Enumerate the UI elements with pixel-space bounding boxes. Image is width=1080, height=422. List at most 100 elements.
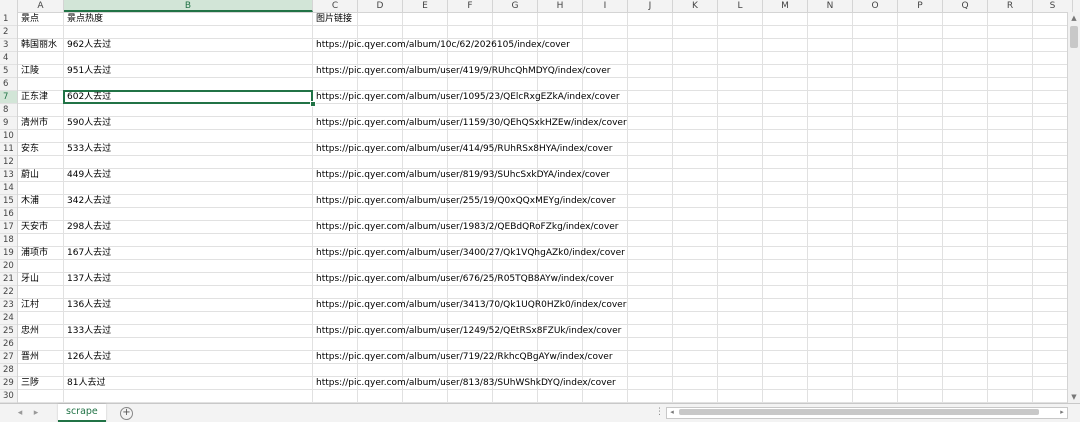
cell-attraction[interactable]: 蔚山 — [18, 169, 39, 182]
cell-attraction[interactable]: 安东 — [18, 143, 39, 156]
row-header-1[interactable]: 1 — [0, 13, 17, 26]
row-header-13[interactable]: 13 — [0, 169, 17, 182]
column-header-i[interactable]: I — [583, 0, 628, 12]
row-header-8[interactable]: 8 — [0, 104, 17, 117]
cell-attraction[interactable]: 木浦 — [18, 195, 39, 208]
row-header-6[interactable]: 6 — [0, 78, 17, 91]
sheet-tab-scrape[interactable]: scrape — [58, 404, 106, 422]
column-header-k[interactable]: K — [673, 0, 718, 12]
cell-attraction[interactable]: 江陵 — [18, 65, 39, 78]
row-header-20[interactable]: 20 — [0, 260, 17, 273]
cell-image-link[interactable]: https://pic.qyer.com/album/user/414/95/R… — [313, 143, 612, 156]
horizontal-scrollbar[interactable]: ◂ ▸ — [666, 407, 1068, 419]
cell-popularity[interactable]: 533人去过 — [64, 143, 111, 156]
column-header-h[interactable]: H — [538, 0, 583, 12]
row-header-10[interactable]: 10 — [0, 130, 17, 143]
cell-image-link[interactable]: https://pic.qyer.com/album/user/419/9/RU… — [313, 65, 610, 78]
split-handle-icon[interactable]: ⋮ — [655, 407, 664, 417]
column-header-g[interactable]: G — [493, 0, 538, 12]
column-header-e[interactable]: E — [403, 0, 448, 12]
cell-image-link[interactable]: https://pic.qyer.com/album/user/819/93/S… — [313, 169, 610, 182]
column-header-d[interactable]: D — [358, 0, 403, 12]
row-header-29[interactable]: 29 — [0, 377, 17, 390]
cell-attraction[interactable]: 清州市 — [18, 117, 48, 130]
cell-attraction[interactable]: 忠州 — [18, 325, 39, 338]
cell-image-link[interactable]: https://pic.qyer.com/album/user/3400/27/… — [313, 247, 625, 260]
cell-grid[interactable]: 景点 景点热度 图片链接 韩国丽水 962人去过 https://pic.qyer.com… — [18, 13, 1068, 403]
column-header-j[interactable]: J — [628, 0, 673, 12]
row-header-19[interactable]: 19 — [0, 247, 17, 260]
cell-popularity[interactable]: 167人去过 — [64, 247, 111, 260]
scroll-left-icon[interactable]: ◂ — [667, 407, 677, 417]
cell-image-link[interactable]: https://pic.qyer.com/album/user/255/19/Q… — [313, 195, 615, 208]
column-header-l[interactable]: L — [718, 0, 763, 12]
cell-header-image-link[interactable]: 图片链接 — [313, 13, 352, 26]
next-sheet-icon[interactable]: ▸ — [30, 407, 42, 419]
row-header-26[interactable]: 26 — [0, 338, 17, 351]
vertical-scroll-thumb[interactable] — [1070, 26, 1078, 48]
cell-image-link[interactable]: https://pic.qyer.com/album/user/1159/30/… — [313, 117, 627, 130]
row-header-22[interactable]: 22 — [0, 286, 17, 299]
row-header-17[interactable]: 17 — [0, 221, 17, 234]
column-header-a[interactable]: A — [18, 0, 64, 12]
cell-image-link[interactable]: https://pic.qyer.com/album/user/719/22/R… — [313, 351, 613, 364]
cell-image-link[interactable]: https://pic.qyer.com/album/user/1983/2/Q… — [313, 221, 619, 234]
cell-header-attraction[interactable]: 景点 — [18, 13, 39, 26]
cell-popularity[interactable]: 126人去过 — [64, 351, 111, 364]
row-header-9[interactable]: 9 — [0, 117, 17, 130]
row-header-23[interactable]: 23 — [0, 299, 17, 312]
scroll-down-icon[interactable]: ▼ — [1068, 391, 1080, 403]
row-header-30[interactable]: 30 — [0, 390, 17, 403]
row-header-28[interactable]: 28 — [0, 364, 17, 377]
cell-image-link[interactable]: https://pic.qyer.com/album/user/676/25/R… — [313, 273, 614, 286]
column-header-f[interactable]: F — [448, 0, 493, 12]
row-header-21[interactable]: 21 — [0, 273, 17, 286]
row-header-27[interactable]: 27 — [0, 351, 17, 364]
cell-image-link[interactable]: https://pic.qyer.com/album/user/1249/52/… — [313, 325, 621, 338]
horizontal-scroll-thumb[interactable] — [679, 409, 1039, 415]
row-header-14[interactable]: 14 — [0, 182, 17, 195]
column-header-n[interactable]: N — [808, 0, 853, 12]
scroll-up-icon[interactable]: ▲ — [1068, 12, 1080, 24]
row-header-4[interactable]: 4 — [0, 52, 17, 65]
column-header-s[interactable]: S — [1033, 0, 1073, 12]
row-header-11[interactable]: 11 — [0, 143, 17, 156]
cell-attraction[interactable]: 三陟 — [18, 377, 39, 390]
column-header-b[interactable]: B — [64, 0, 313, 12]
row-header-16[interactable]: 16 — [0, 208, 17, 221]
column-header-c[interactable]: C — [313, 0, 358, 12]
column-header-o[interactable]: O — [853, 0, 898, 12]
cell-attraction[interactable]: 正东津 — [18, 91, 48, 104]
cell-attraction[interactable]: 浦项市 — [18, 247, 48, 260]
column-header-m[interactable]: M — [763, 0, 808, 12]
scroll-right-icon[interactable]: ▸ — [1057, 407, 1067, 417]
row-header-24[interactable]: 24 — [0, 312, 17, 325]
row-header-18[interactable]: 18 — [0, 234, 17, 247]
cell-popularity[interactable]: 951人去过 — [64, 65, 111, 78]
cell-attraction[interactable]: 晋州 — [18, 351, 39, 364]
active-cell-border[interactable] — [63, 90, 313, 104]
cell-image-link[interactable]: https://pic.qyer.com/album/user/1095/23/… — [313, 91, 620, 104]
row-header-12[interactable]: 12 — [0, 156, 17, 169]
cell-attraction[interactable]: 江村 — [18, 299, 39, 312]
row-header-25[interactable]: 25 — [0, 325, 17, 338]
plus-circle-icon[interactable]: + — [120, 407, 133, 420]
cell-attraction[interactable]: 牙山 — [18, 273, 39, 286]
column-header-r[interactable]: R — [988, 0, 1033, 12]
cell-popularity[interactable]: 81人去过 — [64, 377, 105, 390]
row-header-2[interactable]: 2 — [0, 26, 17, 39]
row-header-3[interactable]: 3 — [0, 39, 17, 52]
vertical-scrollbar[interactable]: ▲ ▼ — [1067, 12, 1080, 403]
cell-attraction[interactable]: 天安市 — [18, 221, 48, 234]
cell-popularity[interactable]: 133人去过 — [64, 325, 111, 338]
cell-attraction[interactable]: 韩国丽水 — [18, 39, 57, 52]
row-header-15[interactable]: 15 — [0, 195, 17, 208]
cell-popularity[interactable]: 137人去过 — [64, 273, 111, 286]
prev-sheet-icon[interactable]: ◂ — [14, 407, 26, 419]
column-header-p[interactable]: P — [898, 0, 943, 12]
cell-image-link[interactable]: https://pic.qyer.com/album/user/813/83/S… — [313, 377, 616, 390]
cell-popularity[interactable]: 590人去过 — [64, 117, 111, 130]
fill-handle[interactable] — [310, 101, 316, 107]
cell-image-link[interactable]: https://pic.qyer.com/album/10c/62/202610… — [313, 39, 570, 52]
cell-header-popularity[interactable]: 景点热度 — [64, 13, 103, 26]
